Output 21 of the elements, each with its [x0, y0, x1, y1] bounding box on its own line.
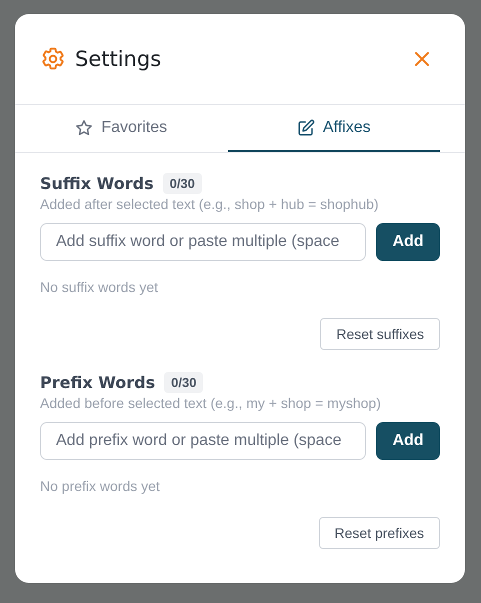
word-input-field[interactable]: Add suffix word or paste multiple (space — [40, 223, 366, 261]
reset-button[interactable]: Reset suffixes — [320, 318, 440, 350]
tab[interactable]: Favorites — [15, 105, 228, 152]
empty-message: No prefix words yet — [40, 478, 161, 494]
close-icon[interactable] — [414, 51, 430, 67]
edit-icon — [296, 118, 315, 136]
settings-icon — [40, 46, 66, 72]
section-description: Added before selected text (e.g., my + shop = myshop) — [40, 395, 382, 411]
add-button[interactable]: Add — [376, 422, 440, 460]
count-badge: 0/30 — [162, 173, 202, 194]
word-input-field[interactable]: Add prefix word or paste multiple (space — [40, 422, 366, 460]
reset-button[interactable]: Reset prefixes — [318, 517, 440, 549]
add-button[interactable]: Add — [376, 223, 440, 261]
dialog-title: Settings — [75, 47, 162, 71]
section-title: Suffix Words — [40, 174, 154, 193]
count-badge: 0/30 — [164, 372, 204, 393]
empty-message: No suffix words yet — [40, 279, 160, 295]
section-description: Added after selected text (e.g., shop + hub = shophub) — [40, 196, 380, 212]
section-title: Prefix Words — [40, 373, 156, 392]
tab[interactable]: Affixes — [228, 105, 440, 152]
star-icon — [75, 118, 94, 136]
